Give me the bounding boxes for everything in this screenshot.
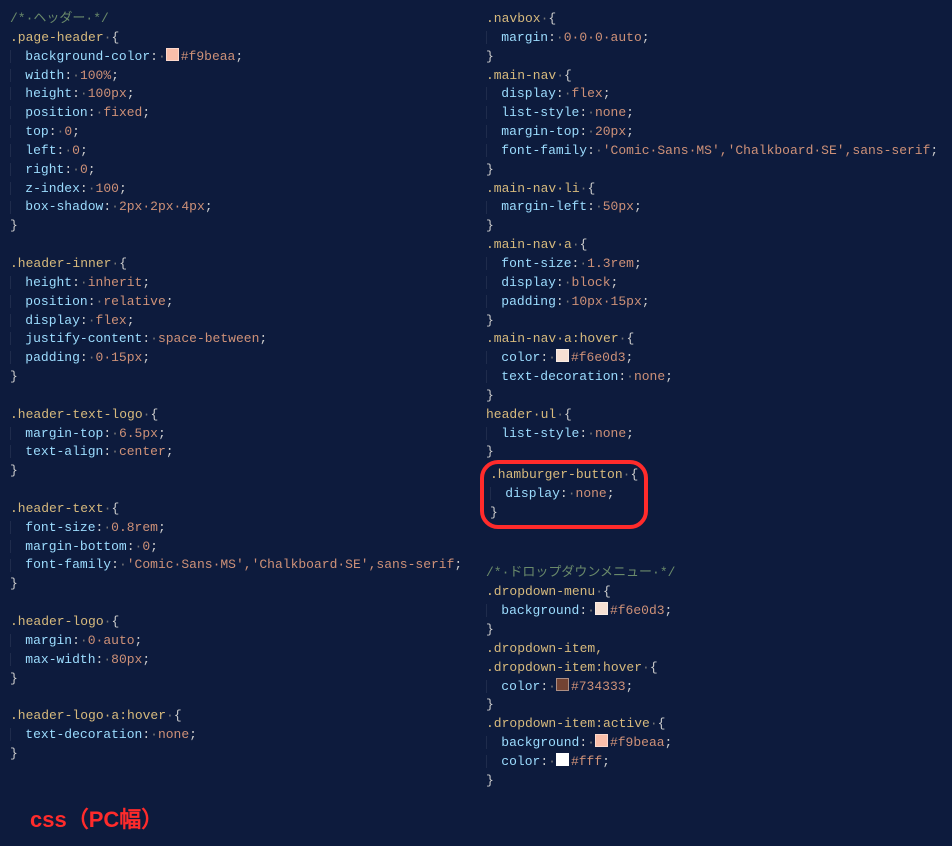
color-swatch — [556, 753, 569, 766]
selector-line: .main-nav·{ — [486, 67, 942, 86]
selector-line: .dropdown-item, — [486, 640, 942, 659]
selector-line: .header-inner·{ — [10, 255, 466, 274]
selector-line: .hamburger-button·{ — [490, 466, 638, 485]
declaration: top:·0; — [10, 123, 466, 142]
declaration: max-width:·80px; — [10, 651, 466, 670]
declaration: position:·fixed; — [10, 104, 466, 123]
close-brace: } — [486, 772, 942, 791]
declaration: text-decoration:·none; — [10, 726, 466, 745]
declaration: height:·inherit; — [10, 274, 466, 293]
declaration: display:·flex; — [10, 312, 466, 331]
close-brace: } — [10, 462, 466, 481]
selector-line: .dropdown-item:active·{ — [486, 715, 942, 734]
color-swatch — [595, 734, 608, 747]
declaration: z-index:·100; — [10, 180, 466, 199]
declaration: background:·#f6e0d3; — [486, 602, 942, 621]
selector-line: .page-header·{ — [10, 29, 466, 48]
highlight-callout: .hamburger-button·{display:·none;} — [480, 460, 648, 529]
close-brace: } — [10, 745, 466, 764]
close-brace: } — [486, 387, 942, 406]
declaration: display:·flex; — [486, 85, 942, 104]
declaration: width:·100%; — [10, 67, 466, 86]
code-column-right: .navbox·{margin:·0·0·0·auto;}.main-nav·{… — [486, 10, 942, 836]
declaration: background-color:·#f9beaa; — [10, 48, 466, 67]
declaration: text-decoration:·none; — [486, 368, 942, 387]
selector-line: .header-logo·a:hover·{ — [10, 707, 466, 726]
declaration: font-size:·1.3rem; — [486, 255, 942, 274]
declaration: color:·#fff; — [486, 753, 942, 772]
close-brace: } — [486, 621, 942, 640]
selector-line: .navbox·{ — [486, 10, 942, 29]
close-brace: } — [486, 161, 942, 180]
declaration: right:·0; — [10, 161, 466, 180]
declaration: margin-left:·50px; — [486, 198, 942, 217]
declaration: padding:·0·15px; — [10, 349, 466, 368]
declaration: padding:·10px·15px; — [486, 293, 942, 312]
close-brace: } — [486, 312, 942, 331]
declaration: margin:·0·auto; — [10, 632, 466, 651]
close-brace: } — [490, 504, 638, 523]
declaration: background:·#f9beaa; — [486, 734, 942, 753]
close-brace: } — [10, 368, 466, 387]
selector-line: .header-text·{ — [10, 500, 466, 519]
code-column-left: /*·ヘッダー·*/ .page-header·{background-colo… — [10, 10, 466, 836]
color-swatch — [166, 48, 179, 61]
color-swatch — [556, 678, 569, 691]
declaration: list-style:·none; — [486, 425, 942, 444]
declaration: box-shadow:·2px·2px·4px; — [10, 198, 466, 217]
declaration: text-align:·center; — [10, 443, 466, 462]
declaration: display:·block; — [486, 274, 942, 293]
comment: /*·ドロップダウンメニュー·*/ — [486, 565, 675, 580]
selector-line: .header-logo·{ — [10, 613, 466, 632]
selector-line: .main-nav·li·{ — [486, 180, 942, 199]
declaration: height:·100px; — [10, 85, 466, 104]
declaration: position:·relative; — [10, 293, 466, 312]
close-brace: } — [486, 696, 942, 715]
declaration: color:·#734333; — [486, 678, 942, 697]
color-swatch — [556, 349, 569, 362]
declaration: font-size:·0.8rem; — [10, 519, 466, 538]
selector-line: .dropdown-item:hover·{ — [486, 659, 942, 678]
declaration: margin-top:·20px; — [486, 123, 942, 142]
selector-line: header·ul·{ — [486, 406, 942, 425]
declaration: font-family:·'Comic·Sans·MS','Chalkboard… — [10, 556, 466, 575]
declaration: margin-top:·6.5px; — [10, 425, 466, 444]
annotation-label: css（PC幅） — [30, 804, 466, 836]
close-brace: } — [10, 575, 466, 594]
declaration: list-style:·none; — [486, 104, 942, 123]
declaration: display:·none; — [490, 485, 638, 504]
declaration: margin-bottom:·0; — [10, 538, 466, 557]
close-brace: } — [486, 48, 942, 67]
declaration: font-family:·'Comic·Sans·MS','Chalkboard… — [486, 142, 942, 161]
declaration: justify-content:·space-between; — [10, 330, 466, 349]
declaration: margin:·0·0·0·auto; — [486, 29, 942, 48]
declaration: color:·#f6e0d3; — [486, 349, 942, 368]
selector-line: .main-nav·a:hover·{ — [486, 330, 942, 349]
close-brace: } — [10, 217, 466, 236]
selector-line: .header-text-logo·{ — [10, 406, 466, 425]
close-brace: } — [10, 670, 466, 689]
selector-line: .dropdown-menu·{ — [486, 583, 942, 602]
comment: /*·ヘッダー·*/ — [10, 11, 109, 26]
declaration: left:·0; — [10, 142, 466, 161]
color-swatch — [595, 602, 608, 615]
selector-line: .main-nav·a·{ — [486, 236, 942, 255]
close-brace: } — [486, 217, 942, 236]
